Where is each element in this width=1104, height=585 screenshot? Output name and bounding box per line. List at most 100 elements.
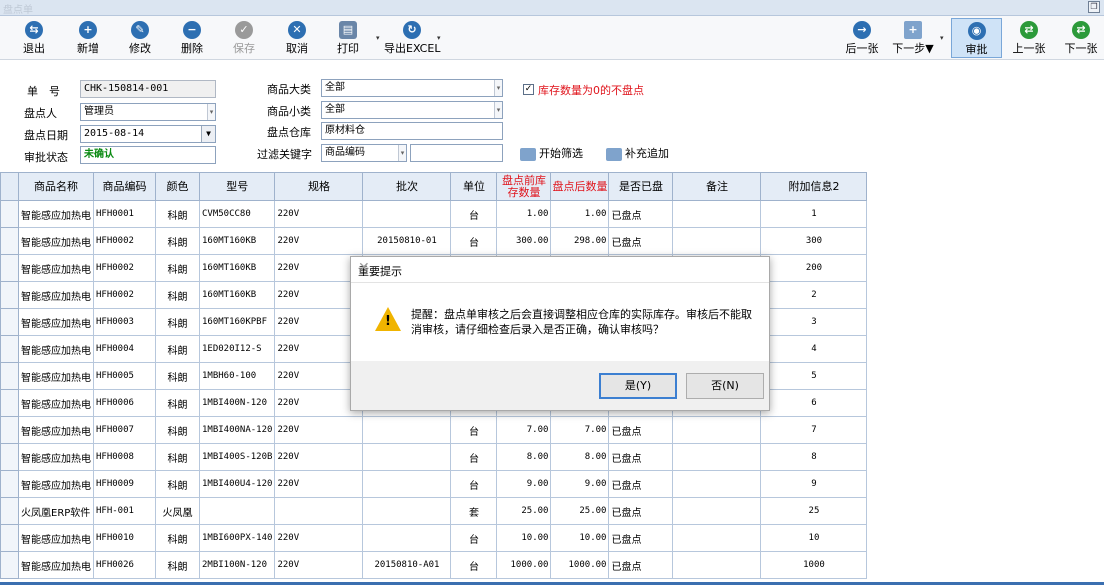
row-selector[interactable] bbox=[0, 497, 19, 525]
table-cell[interactable]: 220V bbox=[274, 227, 364, 255]
table-cell[interactable]: 已盘点 bbox=[608, 443, 674, 471]
table-cell[interactable]: 已盘点 bbox=[608, 497, 674, 525]
table-cell[interactable] bbox=[362, 524, 452, 552]
row-selector[interactable] bbox=[0, 524, 19, 552]
table-cell[interactable]: 1.00 bbox=[496, 200, 552, 228]
delete-button[interactable]: − 删除 bbox=[172, 18, 212, 58]
table-cell[interactable]: 科朗 bbox=[155, 389, 200, 417]
table-row[interactable]: 智能感应加热电 HFH0009 科朗 1MBI400U4-120 220V 台 9.00 9.… bbox=[0, 470, 868, 498]
table-cell[interactable]: 8 bbox=[760, 443, 868, 471]
save-button[interactable]: ✓ 保存 bbox=[224, 18, 264, 58]
table-cell[interactable]: 300.00 bbox=[496, 227, 552, 255]
table-cell[interactable]: 台 bbox=[450, 443, 498, 471]
table-cell[interactable]: 智能感应加热电 bbox=[18, 524, 94, 552]
row-selector[interactable] bbox=[0, 362, 19, 390]
date-picker[interactable]: 2015-08-14 ▼ bbox=[80, 125, 216, 143]
table-cell[interactable] bbox=[362, 443, 452, 471]
column-header[interactable]: 颜色 bbox=[155, 172, 200, 201]
table-cell[interactable]: 科朗 bbox=[155, 443, 200, 471]
table-row[interactable]: 智能感应加热电 HFH0026 科朗 2MBI100N-120 220V 20150810… bbox=[0, 551, 868, 579]
table-cell[interactable]: HFH0001 bbox=[93, 200, 156, 228]
table-cell[interactable]: 9.00 bbox=[550, 470, 610, 498]
table-cell[interactable]: 1000 bbox=[760, 551, 868, 579]
row-selector[interactable] bbox=[0, 281, 19, 309]
table-cell[interactable]: 1ED020I12-S bbox=[198, 335, 276, 363]
prev-button[interactable]: ⇄ 上一张 bbox=[1008, 18, 1050, 58]
doc-no-field[interactable]: CHK-150814-001 bbox=[80, 80, 216, 98]
next-sheet-button[interactable]: → 后一张 bbox=[842, 18, 882, 58]
table-cell[interactable]: 1MBI400N-120 bbox=[198, 389, 276, 417]
keyword-input[interactable] bbox=[410, 144, 503, 162]
column-header[interactable]: 批次 bbox=[362, 172, 452, 201]
table-cell[interactable]: 科朗 bbox=[155, 200, 200, 228]
column-header[interactable]: 盘点前库存数量 bbox=[496, 172, 552, 201]
add-button[interactable]: + 新增 bbox=[68, 18, 108, 58]
table-cell[interactable]: HFH0010 bbox=[93, 524, 156, 552]
table-cell[interactable]: 220V bbox=[274, 524, 364, 552]
table-cell[interactable]: 智能感应加热电 bbox=[18, 254, 94, 282]
table-cell[interactable] bbox=[362, 470, 452, 498]
table-cell[interactable]: 智能感应加热电 bbox=[18, 200, 94, 228]
table-cell[interactable]: 2MBI100N-120 bbox=[198, 551, 276, 579]
table-cell[interactable]: 7 bbox=[760, 416, 868, 444]
table-cell[interactable] bbox=[672, 524, 762, 552]
table-cell[interactable]: HFH0005 bbox=[93, 362, 156, 390]
table-cell[interactable]: 5 bbox=[760, 362, 868, 390]
table-row[interactable]: 智能感应加热电 HFH0002 科朗 160MT160KB 220V 20150810-0… bbox=[0, 227, 868, 255]
table-cell[interactable]: 8.00 bbox=[496, 443, 552, 471]
row-selector[interactable] bbox=[0, 227, 19, 255]
table-cell[interactable]: 智能感应加热电 bbox=[18, 281, 94, 309]
counter-select[interactable]: 管理员 ▾ bbox=[80, 103, 216, 121]
table-cell[interactable]: 智能感应加热电 bbox=[18, 362, 94, 390]
table-cell[interactable]: 已盘点 bbox=[608, 551, 674, 579]
row-selector[interactable] bbox=[0, 335, 19, 363]
row-selector[interactable] bbox=[0, 443, 19, 471]
table-cell[interactable]: 10 bbox=[760, 524, 868, 552]
table-cell[interactable]: 200 bbox=[760, 254, 868, 282]
table-cell[interactable]: 1MBI600PX-140 bbox=[198, 524, 276, 552]
table-cell[interactable]: HFH0003 bbox=[93, 308, 156, 336]
table-cell[interactable]: 220V bbox=[274, 200, 364, 228]
warehouse-field[interactable]: 原材料仓 bbox=[321, 122, 503, 140]
table-cell[interactable]: 智能感应加热电 bbox=[18, 551, 94, 579]
keyword-field-select[interactable]: 商品编码 ▾ bbox=[321, 144, 407, 162]
table-cell[interactable]: 科朗 bbox=[155, 416, 200, 444]
table-cell[interactable] bbox=[672, 470, 762, 498]
column-header[interactable]: 单位 bbox=[450, 172, 498, 201]
table-cell[interactable]: 25 bbox=[760, 497, 868, 525]
table-cell[interactable]: 300 bbox=[760, 227, 868, 255]
table-row[interactable]: 智能感应加热电 HFH0008 科朗 1MBI400S-120B 220V 台 8.00 8.… bbox=[0, 443, 868, 471]
filter-button[interactable]: 开始筛选 bbox=[520, 145, 583, 161]
table-cell[interactable]: 台 bbox=[450, 470, 498, 498]
table-cell[interactable]: 1MBI400U4-120 bbox=[198, 470, 276, 498]
table-cell[interactable] bbox=[274, 497, 364, 525]
column-header[interactable]: 商品编码 bbox=[93, 172, 156, 201]
column-header[interactable]: 附加信息2 bbox=[760, 172, 868, 201]
row-selector[interactable] bbox=[0, 200, 19, 228]
table-cell[interactable]: 火凤凰ERP软件 bbox=[18, 497, 94, 525]
row-selector[interactable] bbox=[0, 416, 19, 444]
exit-button[interactable]: ⇆ 退出 bbox=[14, 18, 54, 58]
table-cell[interactable]: 科朗 bbox=[155, 281, 200, 309]
table-cell[interactable]: 1000.00 bbox=[496, 551, 552, 579]
table-cell[interactable]: 已盘点 bbox=[608, 200, 674, 228]
column-header[interactable]: 是否已盘 bbox=[608, 172, 674, 201]
close-icon[interactable]: ✕ bbox=[358, 260, 761, 276]
next-button[interactable]: ⇄ 下一张 bbox=[1060, 18, 1102, 58]
table-cell[interactable] bbox=[362, 497, 452, 525]
table-cell[interactable]: 7.00 bbox=[496, 416, 552, 444]
table-cell[interactable]: CVM50CC80 bbox=[198, 200, 276, 228]
table-cell[interactable]: 220V bbox=[274, 443, 364, 471]
table-cell[interactable]: HFH0002 bbox=[93, 281, 156, 309]
table-cell[interactable]: 已盘点 bbox=[608, 524, 674, 552]
table-cell[interactable] bbox=[672, 551, 762, 579]
table-cell[interactable]: 4 bbox=[760, 335, 868, 363]
table-cell[interactable]: 160MT160KB bbox=[198, 227, 276, 255]
table-cell[interactable]: 6 bbox=[760, 389, 868, 417]
table-cell[interactable]: 已盘点 bbox=[608, 227, 674, 255]
table-cell[interactable]: 科朗 bbox=[155, 470, 200, 498]
table-cell[interactable]: 1MBH60-100 bbox=[198, 362, 276, 390]
table-cell[interactable]: 智能感应加热电 bbox=[18, 416, 94, 444]
table-cell[interactable]: 7.00 bbox=[550, 416, 610, 444]
table-cell[interactable]: 3 bbox=[760, 308, 868, 336]
